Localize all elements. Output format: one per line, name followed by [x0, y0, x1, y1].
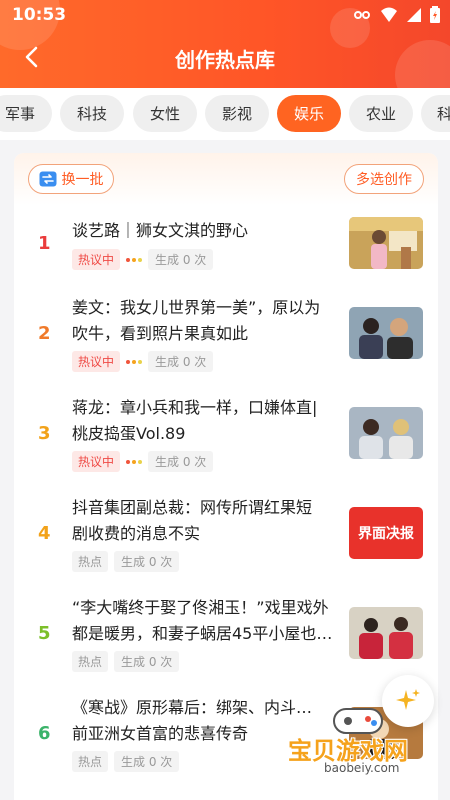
topic-title-line: 姜文：我女儿世界第一美”，原以为 [72, 298, 321, 317]
generate-count: 生成 0 次 [114, 551, 180, 572]
topic-title: 姜文：我女儿世界第一美”，原以为 吹牛，看到照片果真如此 [72, 295, 342, 347]
topic-thumbnail [349, 607, 423, 659]
hot-badge: 热议中 [72, 451, 121, 472]
topic-meta: 热议中 生成 0 次 [72, 351, 214, 372]
topic-badge: 热点 [72, 651, 109, 672]
tab-label: 科 [437, 105, 450, 123]
watermark: 宝贝游戏网 baobeiy.com [268, 703, 428, 783]
tab-military[interactable]: 军事 [0, 95, 52, 132]
hot-badge: 热议中 [72, 249, 121, 270]
category-tabs: 军事 科技 女性 影视 娱乐 农业 科 [0, 88, 450, 140]
multi-create-button[interactable]: 多选创作 [344, 164, 424, 194]
rank-number: 4 [38, 523, 51, 544]
rank-number: 6 [38, 723, 51, 744]
rank-number: 2 [38, 323, 51, 344]
tab-more[interactable]: 科 [421, 95, 450, 132]
tab-women[interactable]: 女性 [133, 95, 197, 132]
topic-thumbnail [349, 407, 423, 459]
heat-dots-icon [126, 257, 143, 262]
wifi-icon [381, 7, 397, 22]
topic-title-line: “李大嘴终于娶了佟湘玉！”戏里戏外 [72, 598, 329, 617]
topic-title-line: 抖音集团副总裁：网传所谓红果短 [72, 498, 313, 517]
status-time: 10:53 [12, 5, 67, 25]
cellular-icon [407, 7, 421, 22]
generate-count: 生成 0 次 [148, 351, 214, 372]
topic-title-line: 都是暖男，和妻子蜗居45平小屋也… [72, 624, 333, 643]
generate-count: 生成 0 次 [114, 651, 180, 672]
topic-title-line: 谈艺路｜狮女文淇的野心 [72, 221, 249, 240]
hot-badge-label: 热议中 [78, 455, 115, 469]
status-bar: 10:53 [0, 0, 450, 30]
page-title: 创作热点库 [175, 48, 275, 72]
topic-item[interactable]: 2 姜文：我女儿世界第一美”，原以为 吹牛，看到照片果真如此 热议中 生成 0 … [14, 293, 438, 393]
heat-dots-icon [126, 359, 143, 364]
topic-thumbnail [349, 307, 423, 359]
rank-number: 5 [38, 623, 51, 644]
topic-item[interactable]: 5 “李大嘴终于娶了佟湘玉！”戏里戏外 都是暖男，和妻子蜗居45平小屋也… 热点… [14, 593, 438, 693]
topic-thumbnail: 界面决报 [349, 507, 423, 559]
topic-item[interactable]: 1 谈艺路｜狮女文淇的野心 热议中 生成 0 次 [14, 205, 438, 305]
refresh-batch-button[interactable]: 换一批 [28, 164, 114, 194]
card-toolbar: 换一批 多选创作 [14, 153, 438, 205]
topic-title: 抖音集团副总裁：网传所谓红果短 剧收费的消息不实 [72, 495, 342, 547]
topic-badge: 热点 [72, 551, 109, 572]
rank-number: 3 [38, 423, 51, 444]
topic-badge: 热点 [72, 751, 109, 772]
watermark-url: baobeiy.com [324, 761, 400, 775]
topic-title: “李大嘴终于娶了佟湘玉！”戏里戏外 都是暖男，和妻子蜗居45平小屋也… [72, 595, 342, 647]
rank-number: 1 [38, 233, 51, 254]
thumbnail-caption: 界面决报 [358, 526, 414, 542]
topic-title-line: 剧收费的消息不实 [72, 524, 201, 543]
topic-meta: 热议中 生成 0 次 [72, 249, 214, 270]
topic-meta: 热议中 生成 0 次 [72, 451, 214, 472]
hot-badge-label: 热议中 [78, 253, 115, 267]
tab-label: 科技 [76, 105, 107, 123]
generate-count: 生成 0 次 [148, 249, 214, 270]
topic-meta: 热点 生成 0 次 [72, 651, 180, 672]
battery-icon [430, 6, 440, 23]
tab-label: 女性 [149, 105, 180, 123]
topic-meta: 热点 生成 0 次 [72, 751, 180, 772]
hot-badge: 热议中 [72, 351, 121, 372]
tab-film[interactable]: 影视 [205, 95, 269, 132]
tab-label: 军事 [4, 105, 35, 123]
multi-create-label: 多选创作 [356, 172, 412, 188]
topic-item[interactable]: 3 蒋龙：章小兵和我一样，口嫌体直| 桃皮捣蛋Vol.89 热议中 生成 0 次 [14, 393, 438, 493]
app-header: 10:53 创作热点库 [0, 0, 450, 88]
topic-meta: 热点 生成 0 次 [72, 551, 180, 572]
tab-tech[interactable]: 科技 [60, 95, 124, 132]
topic-thumbnail [349, 217, 423, 269]
topic-title: 谈艺路｜狮女文淇的野心 [72, 218, 342, 244]
topic-title: 蒋龙：章小兵和我一样，口嫌体直| 桃皮捣蛋Vol.89 [72, 395, 342, 447]
heat-dots-icon [126, 459, 143, 464]
tab-entertainment[interactable]: 娱乐 [277, 95, 341, 132]
signal-icon [354, 10, 370, 19]
topic-title-line: 蒋龙：章小兵和我一样，口嫌体直| [72, 398, 318, 417]
refresh-label: 换一批 [61, 172, 104, 188]
topic-item[interactable]: 4 抖音集团副总裁：网传所谓红果短 剧收费的消息不实 热点 生成 0 次 界面决… [14, 493, 438, 593]
tab-label: 娱乐 [293, 105, 324, 123]
tab-label: 影视 [221, 105, 252, 123]
topic-title-line: 桃皮捣蛋Vol.89 [72, 424, 186, 443]
hot-badge-label: 热议中 [78, 355, 115, 369]
generate-count: 生成 0 次 [148, 451, 214, 472]
generate-count: 生成 0 次 [114, 751, 180, 772]
tab-agriculture[interactable]: 农业 [349, 95, 413, 132]
tab-label: 农业 [365, 105, 396, 123]
refresh-icon [39, 171, 56, 187]
topic-title-line: 吹牛，看到照片果真如此 [72, 324, 249, 343]
